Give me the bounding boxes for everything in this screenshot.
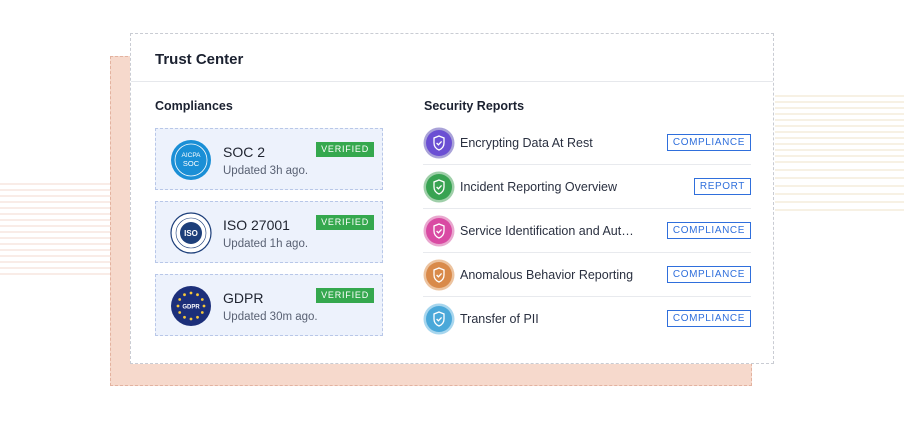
compliance-updated: Updated 1h ago.	[223, 238, 309, 250]
shield-check-icon	[423, 303, 455, 335]
verified-badge: VERIFIED	[316, 142, 374, 157]
compliance-name: GDPR	[223, 290, 264, 306]
shield-check-icon	[423, 215, 455, 247]
report-tag[interactable]: COMPLIANCE	[666, 222, 751, 239]
compliance-item-soc2[interactable]: AICPA SOC SOC 2 Updated 3h ago. VERIFIED	[155, 128, 383, 190]
report-name: Incident Reporting Overview	[460, 180, 618, 194]
report-name: Anomalous Behavior Reporting	[460, 268, 634, 282]
report-row-anomalous-behavior[interactable]: Anomalous Behavior Reporting COMPLIANCE	[423, 253, 751, 297]
shield-check-icon	[423, 127, 455, 159]
report-tag[interactable]: REPORT	[693, 178, 751, 195]
security-reports-heading: Security Reports	[424, 99, 525, 113]
report-row-service-identification[interactable]: Service Identification and Authenticatio…	[423, 209, 751, 253]
report-row-transfer-pii[interactable]: Transfer of PII COMPLIANCE	[423, 297, 751, 341]
report-name: Service Identification and Authenticatio…	[460, 224, 640, 238]
compliance-updated: Updated 3h ago.	[223, 165, 309, 177]
compliances-heading: Compliances	[155, 99, 233, 113]
report-name: Transfer of PII	[460, 312, 539, 326]
compliance-item-gdpr[interactable]: GDPR GDPR Updated 30m ago. VERIFIED	[155, 274, 383, 336]
verified-badge: VERIFIED	[316, 215, 374, 230]
verified-badge: VERIFIED	[316, 288, 374, 303]
svg-text:AICPA: AICPA	[181, 152, 201, 159]
svg-text:SOC: SOC	[183, 159, 200, 168]
report-tag[interactable]: COMPLIANCE	[666, 266, 751, 283]
report-row-encrypting-data[interactable]: Encrypting Data At Rest COMPLIANCE	[423, 121, 751, 165]
report-row-incident-reporting[interactable]: Incident Reporting Overview REPORT	[423, 165, 751, 209]
svg-text:ISO: ISO	[184, 229, 198, 238]
compliance-name: ISO 27001	[223, 217, 290, 233]
shield-check-icon	[423, 171, 455, 203]
iso-certified-logo-icon: ISO	[170, 212, 212, 254]
report-name: Encrypting Data At Rest	[460, 136, 593, 150]
report-tag[interactable]: COMPLIANCE	[666, 134, 751, 151]
compliance-name: SOC 2	[223, 144, 266, 160]
compliance-updated: Updated 30m ago.	[223, 311, 318, 323]
svg-text:GDPR: GDPR	[182, 305, 200, 311]
gdpr-stars-logo-icon: GDPR	[171, 286, 211, 326]
shield-check-icon	[423, 259, 455, 291]
trust-center-card: Trust Center Compliances Security Report…	[130, 33, 774, 364]
compliance-item-iso27001[interactable]: ISO ISO 27001 Updated 1h ago. VERIFIED	[155, 201, 383, 263]
report-tag[interactable]: COMPLIANCE	[666, 310, 751, 327]
aicpa-soc-logo-icon: AICPA SOC	[171, 140, 211, 180]
page-title: Trust Center	[131, 34, 773, 82]
